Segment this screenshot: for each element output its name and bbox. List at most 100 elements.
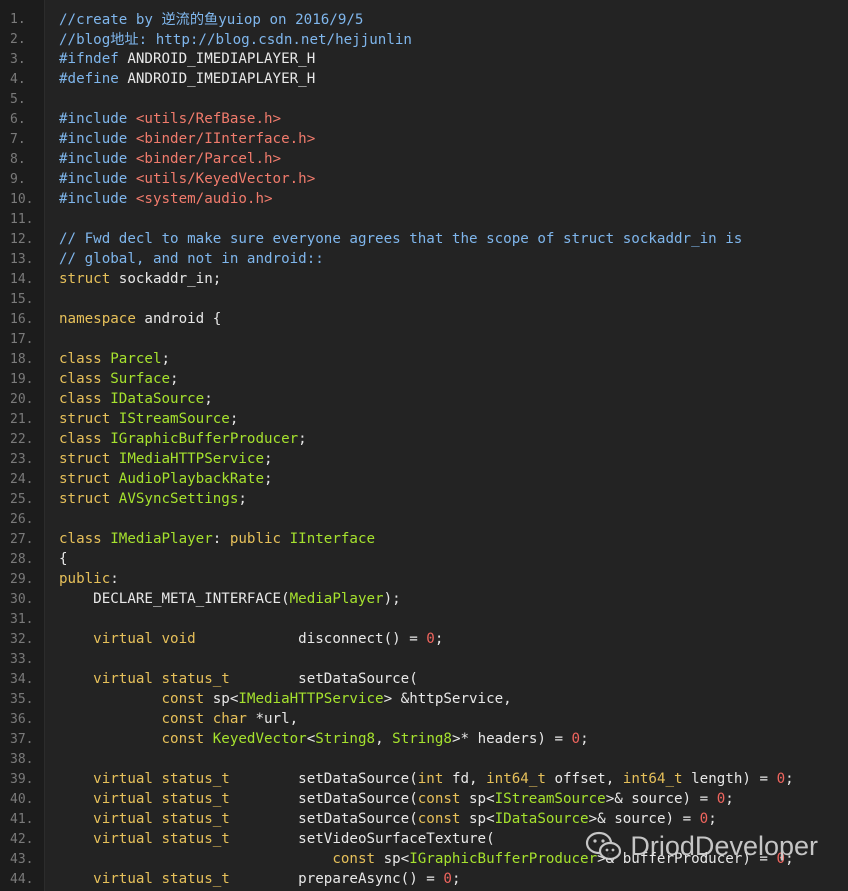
code-token: class (59, 391, 111, 407)
code-line: 24. struct AudioPlaybackRate; (0, 469, 848, 489)
line-number: 35. (10, 691, 34, 707)
code-token: IStreamSource (118, 411, 230, 427)
code-text: virtual status_t setDataSource( (40, 671, 418, 687)
code-line: 30. DECLARE_META_INTERFACE(MediaPlayer); (0, 589, 848, 609)
code-text: class IDataSource; (40, 391, 213, 407)
code-line: 14. struct sockaddr_in; (0, 269, 848, 289)
line-number: 38. (10, 751, 34, 767)
code-token: int (417, 771, 452, 787)
code-token: ; (434, 631, 444, 647)
code-text: DECLARE_META_INTERFACE(MediaPlayer); (40, 591, 401, 607)
code-token: : (110, 571, 119, 587)
code-line: 20. class IDataSource; (0, 389, 848, 409)
line-number: 5. (10, 91, 26, 107)
code-text: class Surface; (40, 371, 179, 387)
line-number: 18. (10, 351, 34, 367)
code-token: 0 (426, 631, 435, 647)
code-area[interactable]: 1. //create by 逆流的鱼yuiop on 2016/9/5 2. //b… (0, 9, 848, 889)
code-text: const KeyedVector<String8, String8>* hea… (40, 731, 589, 747)
code-token: disconnect() = (298, 631, 427, 647)
code-token: ; (785, 771, 794, 787)
code-text: struct IMediaHTTPService; (40, 451, 273, 467)
line-number: 16. (10, 311, 34, 327)
wechat-icon (586, 831, 622, 861)
code-text: struct sockaddr_in; (40, 271, 221, 287)
code-line: 39. virtual status_t setDataSource(int f… (0, 769, 848, 789)
code-line: 40. virtual status_t setDataSource(const… (0, 789, 848, 809)
code-text: #define ANDROID_IMEDIAPLAYER_H (40, 71, 315, 87)
line-number: 39. (10, 771, 34, 787)
line-number: 25. (10, 491, 34, 507)
code-token: String8 (315, 731, 376, 747)
code-token: 0 (776, 771, 786, 787)
line-number: 2. (10, 31, 26, 47)
code-text: #include <system/audio.h> (40, 191, 273, 207)
code-line: 13. // global, and not in android:: (0, 249, 848, 269)
code-token: *url, (255, 711, 299, 727)
line-number: 17. (10, 331, 34, 347)
line-number: 1. (10, 11, 26, 27)
code-token: ; (708, 811, 717, 827)
code-token: ; (229, 411, 239, 427)
line-number: 10. (10, 191, 34, 207)
code-token: #define (59, 71, 128, 87)
code-line: 32. virtual void disconnect() = 0; (0, 629, 848, 649)
code-editor[interactable]: 1. //create by 逆流的鱼yuiop on 2016/9/5 2. //b… (0, 0, 848, 891)
code-line: 27. class IMediaPlayer: public IInterface (0, 529, 848, 549)
code-token: setDataSource( (298, 671, 418, 687)
code-text: //blog地址: http://blog.csdn.net/hejjunlin (40, 29, 412, 49)
line-number: 15. (10, 291, 34, 307)
code-line: 22. class IGraphicBufferProducer; (0, 429, 848, 449)
code-line: 29. public: (0, 569, 848, 589)
line-number: 27. (10, 531, 34, 547)
code-token: length) = (691, 771, 777, 787)
line-number: 7. (10, 131, 26, 147)
code-token: #include (59, 131, 136, 147)
code-line: 19. class Surface; (0, 369, 848, 389)
line-number: 44. (10, 871, 34, 887)
code-token: const (417, 791, 470, 807)
code-text: const char *url, (40, 711, 299, 727)
code-token: ; (298, 431, 307, 447)
code-text: virtual void disconnect() = 0; (40, 631, 443, 647)
code-token: sp< (469, 811, 495, 827)
code-token: 0 (716, 791, 726, 807)
line-number: 31. (10, 611, 34, 627)
code-line: 16. namespace android { (0, 309, 848, 329)
code-token: , (375, 731, 393, 747)
code-line: 8. #include <binder/Parcel.h> (0, 149, 848, 169)
code-line: 26. (0, 509, 848, 529)
code-token: sockaddr_in; (118, 271, 222, 287)
line-number: 40. (10, 791, 34, 807)
code-text: #include <utils/RefBase.h> (40, 111, 281, 127)
code-token: class (59, 431, 111, 447)
line-number: 8. (10, 151, 26, 167)
code-token: //blog地址: http://blog.csdn.net/hejjunlin (59, 32, 412, 48)
line-number: 13. (10, 251, 34, 267)
code-token: <utils/KeyedVector.h> (135, 171, 316, 187)
code-token: IStreamSource (494, 791, 606, 807)
code-token: // Fwd decl to make sure everyone agrees… (59, 231, 743, 247)
code-token: : (212, 531, 230, 547)
code-token: //create by 逆流的鱼yuiop on 2016/9/5 (59, 12, 364, 28)
code-line: 21. struct IStreamSource; (0, 409, 848, 429)
line-number: 33. (10, 651, 34, 667)
line-number: 34. (10, 671, 34, 687)
line-number: 22. (10, 431, 34, 447)
code-token: <binder/IInterface.h> (135, 131, 316, 147)
code-line: 33. (0, 649, 848, 669)
line-number: 23. (10, 451, 34, 467)
code-line: 3. #ifndef ANDROID_IMEDIAPLAYER_H (0, 49, 848, 69)
code-line: 25. struct AVSyncSettings; (0, 489, 848, 509)
code-text: // Fwd decl to make sure everyone agrees… (40, 231, 742, 247)
code-token: sp< (212, 691, 239, 707)
watermark: DriodDeveloper (584, 828, 818, 864)
code-token: ; (161, 351, 171, 367)
line-number: 14. (10, 271, 34, 287)
